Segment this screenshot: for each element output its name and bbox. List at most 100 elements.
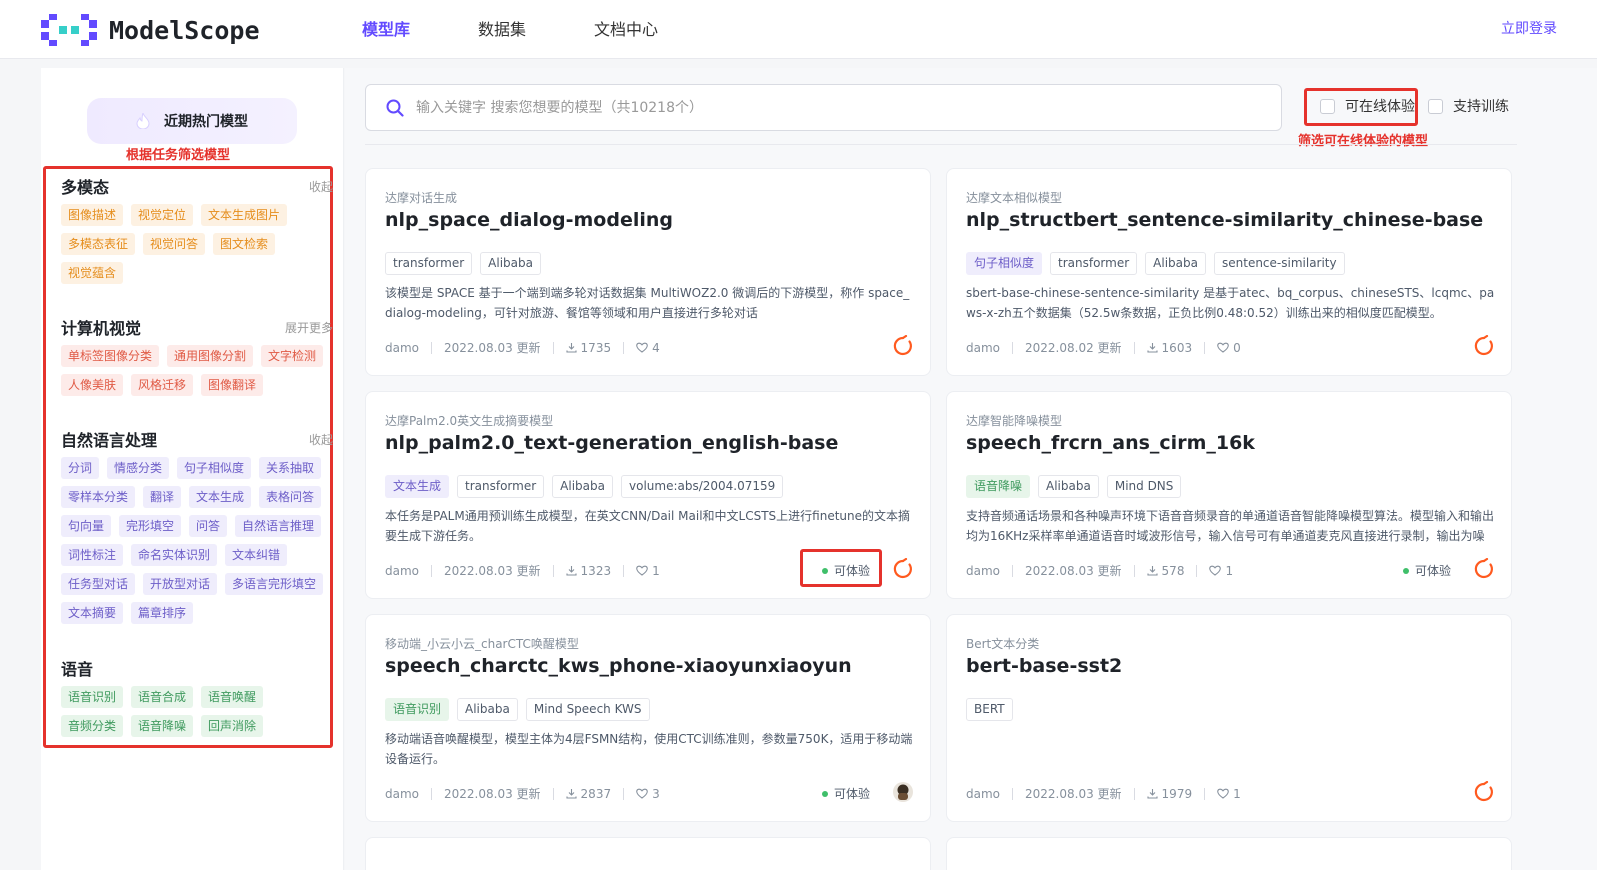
task-tag[interactable]: 图文检索: [213, 233, 276, 255]
task-tag[interactable]: 文字检测: [261, 345, 324, 367]
heart-icon[interactable]: [636, 788, 648, 799]
model-tag[interactable]: Alibaba: [480, 252, 541, 275]
support-training-checkbox[interactable]: 支持训练: [1428, 96, 1509, 116]
task-tag[interactable]: 问答: [189, 515, 228, 537]
heart-icon[interactable]: [1209, 565, 1222, 576]
task-tag[interactable]: 零样本分类: [61, 486, 136, 508]
task-tag[interactable]: 语音合成: [131, 686, 194, 708]
task-tag[interactable]: 风格迁移: [131, 374, 194, 396]
task-tag[interactable]: 语音唤醒: [201, 686, 264, 708]
model-tag[interactable]: transformer: [457, 475, 545, 498]
task-tag[interactable]: 语音降噪: [131, 715, 194, 737]
model-task-tag[interactable]: 文本生成: [385, 475, 450, 498]
task-tag[interactable]: 完形填空: [119, 515, 182, 537]
model-card[interactable]: 移动端_小云小云_charCTC唤醒模型 speech_charctc_kws_…: [365, 614, 931, 822]
model-card[interactable]: 达摩智能降噪模型 speech_frcrn_ans_cirm_16k 语音降噪 …: [946, 391, 1512, 599]
model-card[interactable]: 达摩文本相似模型 nlp_structbert_sentence-similar…: [946, 168, 1512, 376]
task-tag[interactable]: 句向量: [61, 515, 112, 537]
task-tag[interactable]: 情感分类: [107, 457, 170, 479]
model-author[interactable]: damo: [385, 341, 419, 355]
model-task-tag[interactable]: 语音识别: [385, 698, 450, 721]
heart-icon[interactable]: [636, 565, 648, 576]
task-tag[interactable]: 多语言完形填空: [225, 573, 324, 595]
task-tag[interactable]: 关系抽取: [259, 457, 322, 479]
model-tag[interactable]: Mind DNS: [1106, 475, 1182, 498]
checkbox-box[interactable]: [1428, 98, 1443, 114]
task-tag[interactable]: 词性标注: [61, 544, 124, 566]
model-title[interactable]: speech_charctc_kws_phone-xiaoyunxiaoyun: [385, 655, 852, 677]
task-tag[interactable]: 多模态表征: [61, 233, 136, 255]
model-tag[interactable]: transformer: [1050, 252, 1138, 275]
task-tag[interactable]: 任务型对话: [61, 573, 136, 595]
task-tag[interactable]: 文本生成: [189, 486, 252, 508]
login-link[interactable]: 立即登录: [1501, 0, 1557, 59]
task-tag[interactable]: 文本纠错: [225, 544, 288, 566]
model-author[interactable]: damo: [966, 341, 1000, 355]
model-meta: damo 2022.08.03 更新 1735 4: [385, 339, 660, 356]
task-tag[interactable]: 语音识别: [61, 686, 124, 708]
task-tag[interactable]: 翻译: [143, 486, 182, 508]
task-tag[interactable]: 人像美肤: [61, 374, 124, 396]
model-card[interactable]: Bert文本分类 bert-base-sst2 BERT damo 2022.0…: [946, 614, 1512, 822]
model-author[interactable]: damo: [385, 787, 419, 801]
task-tag[interactable]: 文本生成图片: [201, 204, 288, 226]
task-tag[interactable]: 单标签图像分类: [61, 345, 160, 367]
model-tag[interactable]: Alibaba: [457, 698, 518, 721]
expand-toggle[interactable]: 展开更多: [285, 319, 333, 336]
heart-icon[interactable]: [1217, 342, 1229, 353]
task-tag[interactable]: 回声消除: [201, 715, 264, 737]
model-tag[interactable]: Alibaba: [552, 475, 613, 498]
model-tag[interactable]: sentence-similarity: [1214, 252, 1345, 275]
task-tag[interactable]: 句子相似度: [177, 457, 252, 479]
model-author[interactable]: damo: [966, 564, 1000, 578]
task-tag[interactable]: 图像翻译: [201, 374, 264, 396]
collapse-toggle[interactable]: 收起: [309, 178, 333, 195]
model-title[interactable]: nlp_structbert_sentence-similarity_chine…: [966, 209, 1483, 231]
model-author[interactable]: damo: [385, 564, 419, 578]
online-experience-checkbox[interactable]: 可在线体验: [1320, 96, 1415, 116]
model-author[interactable]: damo: [966, 787, 1000, 801]
task-tag[interactable]: 图像描述: [61, 204, 124, 226]
nav-docs[interactable]: 文档中心: [594, 0, 658, 59]
model-task-tag[interactable]: 句子相似度: [966, 252, 1043, 275]
model-card[interactable]: 达摩对话生成 nlp_space_dialog-modeling transfo…: [365, 168, 931, 376]
checkbox-box[interactable]: [1320, 98, 1335, 114]
model-tag[interactable]: Alibaba: [1038, 475, 1099, 498]
search-input[interactable]: [416, 87, 1281, 128]
model-task-tag[interactable]: 语音降噪: [966, 475, 1031, 498]
task-tag[interactable]: 视觉定位: [131, 204, 194, 226]
model-tag[interactable]: Mind Speech KWS: [525, 698, 650, 721]
collapse-toggle[interactable]: 收起: [309, 431, 333, 448]
model-card[interactable]: [946, 837, 1512, 870]
modelscope-logo[interactable]: ModelScope: [41, 14, 271, 46]
heart-icon[interactable]: [1217, 788, 1229, 799]
model-card[interactable]: [365, 837, 931, 870]
model-tag[interactable]: BERT: [966, 698, 1013, 721]
task-tag[interactable]: 文本摘要: [61, 602, 124, 624]
model-card[interactable]: 达摩Palm2.0英文生成摘要模型 nlp_palm2.0_text-gener…: [365, 391, 931, 599]
experience-badge[interactable]: 可体验: [1403, 562, 1451, 579]
model-title[interactable]: bert-base-sst2: [966, 655, 1122, 677]
hot-models-button[interactable]: 近期热门模型: [87, 98, 297, 144]
model-title[interactable]: speech_frcrn_ans_cirm_16k: [966, 432, 1255, 454]
task-tag[interactable]: 篇章排序: [131, 602, 194, 624]
task-tag[interactable]: 视觉蕴含: [61, 262, 124, 284]
experience-badge[interactable]: 可体验: [822, 562, 870, 579]
task-tag[interactable]: 通用图像分割: [167, 345, 254, 367]
model-tag[interactable]: transformer: [385, 252, 473, 275]
model-tag[interactable]: volume:abs/2004.07159: [621, 475, 784, 498]
model-tag[interactable]: Alibaba: [1145, 252, 1206, 275]
task-tag[interactable]: 命名实体识别: [131, 544, 218, 566]
nav-datasets[interactable]: 数据集: [478, 0, 526, 59]
model-title[interactable]: nlp_palm2.0_text-generation_english-base: [385, 432, 838, 454]
heart-icon[interactable]: [636, 342, 648, 353]
task-tag[interactable]: 开放型对话: [143, 573, 218, 595]
task-tag[interactable]: 音频分类: [61, 715, 124, 737]
experience-badge[interactable]: 可体验: [822, 785, 870, 802]
task-tag[interactable]: 自然语言推理: [235, 515, 322, 537]
task-tag[interactable]: 表格问答: [259, 486, 322, 508]
nav-models[interactable]: 模型库: [362, 0, 410, 59]
task-tag[interactable]: 分词: [61, 457, 100, 479]
model-title[interactable]: nlp_space_dialog-modeling: [385, 209, 673, 231]
task-tag[interactable]: 视觉问答: [143, 233, 206, 255]
